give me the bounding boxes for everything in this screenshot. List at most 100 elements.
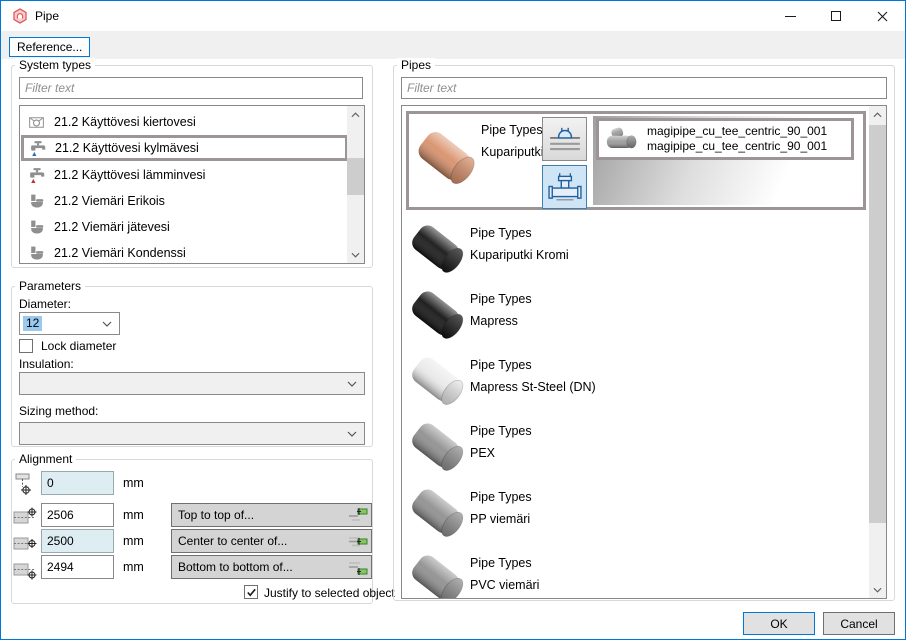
pipe-item[interactable]: Pipe Types Kupariputki Kromi	[403, 218, 869, 284]
system-type-item[interactable]: 21.2 Viemäri Kondenssi	[21, 240, 348, 264]
system-types-filter-input[interactable]	[19, 77, 363, 99]
center-align-icon	[348, 533, 368, 550]
unit-label: mm	[123, 560, 144, 574]
pipe-type-line2: PEX	[470, 446, 495, 460]
toilet-icon	[28, 219, 45, 236]
close-button[interactable]	[859, 1, 905, 31]
diameter-label: Diameter:	[19, 297, 71, 311]
tee-thumbnail	[605, 126, 639, 153]
system-type-item[interactable]: 21.2 Viemäri rasva	[21, 263, 348, 264]
sizing-method-combobox[interactable]	[19, 422, 365, 445]
lock-diameter-checkbox[interactable]	[19, 339, 33, 353]
chevron-down-icon	[347, 381, 357, 387]
elevation-icon	[13, 471, 39, 497]
system-types-group-label: System types	[15, 58, 95, 72]
insulation-label: Insulation:	[19, 357, 74, 371]
diameter-combobox[interactable]: 12	[19, 312, 120, 335]
maximize-icon	[831, 11, 841, 21]
system-type-item[interactable]: 21.2 Käyttövesi kiertovesi	[21, 109, 348, 135]
ok-button[interactable]: OK	[743, 612, 815, 635]
circulation-icon	[28, 114, 45, 131]
cancel-button[interactable]: Cancel	[823, 612, 895, 635]
pipe-type-line2: Kupariputki	[481, 145, 544, 159]
pipe-type-line2: Kupariputki Kromi	[470, 248, 569, 262]
tee-fitting-icon	[548, 170, 582, 204]
pipe-thumbnail	[408, 351, 470, 413]
system-type-label: 21.2 Käyttövesi lämminvesi	[54, 168, 205, 182]
pipe-item[interactable]: Pipe Types PVC viemäri	[403, 548, 869, 599]
fitting-panel: magipipe_cu_tee_centric_90_001 magipipe_…	[593, 116, 859, 205]
justify-checkbox[interactable]	[244, 585, 258, 599]
scroll-up-icon[interactable]	[347, 106, 364, 123]
diameter-value: 12	[23, 316, 42, 331]
pipe-type-line2: PVC viemäri	[470, 578, 539, 592]
scrollbar-thumb[interactable]	[869, 125, 886, 523]
align-top-icon	[13, 504, 39, 530]
system-type-item[interactable]: 21.2 Käyttövesi lämminvesi	[21, 162, 348, 188]
tee-connection-button[interactable]	[542, 165, 587, 209]
center-to-center-button[interactable]: Center to center of...	[171, 529, 372, 553]
elevation-input[interactable]	[41, 471, 114, 495]
pipes-group-label: Pipes	[397, 58, 435, 72]
close-icon	[877, 11, 888, 22]
system-type-label: 21.2 Viemäri jätevesi	[54, 220, 170, 234]
pipe-item[interactable]: Pipe Types Mapress	[403, 284, 869, 350]
bottom-to-bottom-button[interactable]: Bottom to bottom of...	[171, 555, 372, 579]
app-icon	[12, 8, 28, 24]
minimize-icon	[785, 16, 796, 17]
pipe-type-line2: PP viemäri	[470, 512, 530, 526]
system-type-label: 21.2 Viemäri Erikois	[54, 194, 165, 208]
scroll-down-icon[interactable]	[869, 581, 886, 598]
minimize-button[interactable]	[767, 1, 813, 31]
justify-label: Justify to selected object	[264, 586, 395, 600]
bottom-to-bottom-label: Bottom to bottom of...	[178, 560, 293, 574]
system-type-label: 21.2 Viemäri Kondenssi	[54, 246, 186, 260]
system-type-item[interactable]: 21.2 Viemäri Erikois	[21, 188, 348, 214]
pipe-thumbnail	[408, 549, 470, 599]
top-to-top-button[interactable]: Top to top of...	[171, 503, 372, 527]
scroll-up-icon[interactable]	[869, 106, 886, 123]
chevron-down-icon	[102, 321, 112, 327]
faucet-warm-icon	[28, 167, 45, 184]
faucet-cold-icon	[29, 140, 46, 157]
system-type-label: 21.2 Käyttövesi kylmävesi	[55, 141, 199, 155]
insulation-combobox[interactable]	[19, 372, 365, 395]
pipe-thumbnail	[408, 285, 470, 347]
center-to-center-label: Center to center of...	[178, 534, 287, 548]
pipe-thumbnail	[414, 125, 482, 193]
pipe-thumbnail	[408, 417, 470, 479]
pipe-dialog-window: Pipe Reference... System types 21.2 Käyt…	[0, 0, 906, 640]
scroll-down-icon[interactable]	[347, 246, 364, 263]
fitting-name: magipipe_cu_tee_centric_90_001	[647, 139, 827, 154]
titlebar[interactable]: Pipe	[1, 1, 905, 31]
scrollbar-thumb[interactable]	[347, 158, 364, 195]
system-type-item[interactable]: 21.2 Viemäri jätevesi	[21, 214, 348, 240]
pipe-thumbnail	[408, 483, 470, 545]
bottom-offset-input[interactable]	[41, 555, 114, 579]
alignment-group-label: Alignment	[15, 452, 76, 466]
unit-label: mm	[123, 534, 144, 548]
pipe-item[interactable]: Pipe Types PEX	[403, 416, 869, 482]
saddle-fitting-icon	[548, 122, 582, 156]
lock-diameter-label: Lock diameter	[41, 339, 116, 353]
center-offset-input[interactable]	[41, 529, 114, 553]
pipe-type-line1: Pipe Types	[470, 424, 532, 438]
pipe-item[interactable]: Pipe Types Mapress St-Steel (DN)	[403, 350, 869, 416]
pipe-item-selected[interactable]: Pipe Types Kupariputki	[406, 111, 866, 210]
pipe-item[interactable]: Pipe Types PP viemäri	[403, 482, 869, 548]
pipe-type-line1: Pipe Types	[470, 226, 532, 240]
fitting-item-selected[interactable]: magipipe_cu_tee_centric_90_001 magipipe_…	[596, 118, 854, 160]
maximize-button[interactable]	[813, 1, 859, 31]
pipe-type-line2: Mapress	[470, 314, 518, 328]
top-offset-input[interactable]	[41, 503, 114, 527]
reference-button[interactable]: Reference...	[9, 37, 90, 57]
saddle-connection-button[interactable]	[542, 117, 587, 161]
pipes-scrollbar[interactable]	[869, 106, 886, 598]
system-types-scrollbar[interactable]	[347, 106, 364, 263]
system-type-label: 21.2 Käyttövesi kiertovesi	[54, 115, 196, 129]
sizing-method-label: Sizing method:	[19, 404, 98, 418]
pipe-type-line1: Pipe Types	[470, 358, 532, 372]
system-type-item-selected[interactable]: 21.2 Käyttövesi kylmävesi	[21, 135, 348, 161]
pipes-filter-input[interactable]	[401, 77, 887, 99]
parameters-group-label: Parameters	[15, 279, 85, 293]
